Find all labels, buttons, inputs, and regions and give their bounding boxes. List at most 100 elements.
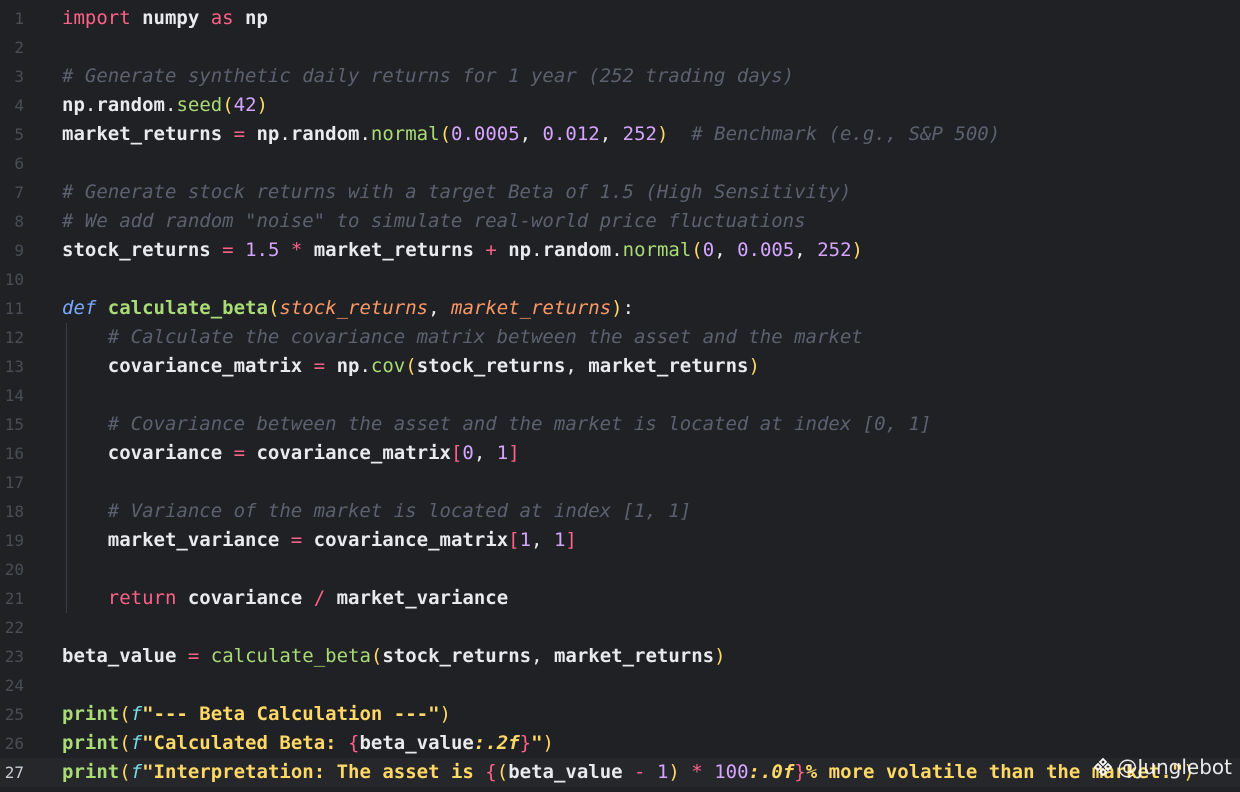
code-token: ): [748, 355, 760, 377]
code-token: # Generate synthetic daily returns for 1…: [62, 65, 795, 87]
code-line[interactable]: 3 # Generate synthetic daily returns for …: [0, 62, 1240, 91]
code-token: (: [496, 761, 509, 783]
code-line[interactable]: 8 # We add random "noise" to simulate rea…: [0, 207, 1240, 236]
line-code: covariance_matrix = np.cov(stock_returns…: [62, 352, 760, 381]
code-token: print: [62, 732, 120, 754]
line-code: # We add random "noise" to simulate real…: [62, 207, 806, 236]
code-token: (: [691, 239, 703, 261]
line-number: 21: [4, 589, 24, 608]
code-line[interactable]: 25 print(f"--- Beta Calculation ---"): [0, 700, 1240, 729]
code-token: =: [187, 645, 200, 667]
code-line[interactable]: 13 covariance_matrix = np.cov(stock_retu…: [0, 352, 1240, 381]
code-token: print: [62, 703, 120, 725]
code-token: ,: [714, 239, 738, 261]
code-token: # We add random "noise" to simulate real…: [62, 210, 806, 232]
code-token: ): [256, 94, 268, 116]
code-token: covariance_matrix: [62, 355, 314, 377]
code-token: covariance_matrix: [245, 442, 451, 464]
code-line[interactable]: 24: [0, 671, 1240, 700]
code-line[interactable]: 20: [0, 555, 1240, 584]
code-line[interactable]: 15 # Covariance between the asset and th…: [0, 410, 1240, 439]
code-token: ): [656, 123, 669, 145]
line-code: # Variance of the market is located at i…: [62, 497, 691, 526]
code-line[interactable]: 14: [0, 381, 1240, 410]
code-token: seed: [176, 94, 223, 116]
code-token: calculate_beta: [107, 297, 268, 319]
code-token: (: [405, 355, 417, 377]
code-line[interactable]: 11 def calculate_beta(stock_returns, mark…: [0, 294, 1240, 323]
line-number: 16: [4, 444, 24, 463]
code-token: market_returns: [451, 297, 612, 319]
line-code: stock_returns = 1.5 * market_returns + n…: [62, 236, 863, 265]
line-number: 14: [4, 386, 24, 405]
code-editor[interactable]: 1 import numpy as np 2 3 # Generate syntheti…: [0, 0, 1240, 792]
junglebot-logo-icon: [1094, 757, 1113, 777]
code-token: ): [668, 761, 680, 783]
code-line[interactable]: 1 import numpy as np: [0, 4, 1240, 33]
code-line[interactable]: 27 print(f"Interpretation: The asset is {…: [0, 758, 1240, 787]
code-line[interactable]: 12 # Calculate the covariance matrix bet…: [0, 323, 1240, 352]
code-line[interactable]: 7 # Generate stock returns with a target …: [0, 178, 1240, 207]
line-number: 13: [4, 357, 24, 376]
code-token: ": [531, 732, 543, 754]
line-code: print(f"Calculated Beta: {beta_value:.2f…: [62, 729, 554, 758]
code-token: np: [245, 123, 280, 145]
code-line[interactable]: 23 beta_value = calculate_beta(stock_retu…: [0, 642, 1240, 671]
code-token: ,: [531, 529, 554, 551]
code-line[interactable]: 5 market_returns = np.random.normal(0.000…: [0, 120, 1240, 149]
code-token: random: [290, 123, 360, 145]
code-line[interactable]: 2: [0, 33, 1240, 62]
code-token: import: [62, 7, 131, 29]
code-token: ): [851, 239, 863, 261]
code-token: :.0f: [748, 761, 795, 783]
code-line[interactable]: 9 stock_returns = 1.5 * market_returns + …: [0, 236, 1240, 265]
code-line[interactable]: 26 print(f"Calculated Beta: {beta_value:.…: [0, 729, 1240, 758]
line-code: print(f"--- Beta Calculation ---"): [62, 700, 451, 729]
code-token: normal: [622, 239, 692, 261]
code-token: :: [622, 297, 635, 319]
code-token: 252: [622, 123, 657, 145]
code-token: (: [119, 761, 131, 783]
code-token: 1: [519, 529, 532, 551]
code-token: covariance_matrix: [302, 529, 509, 551]
code-token: # Generate stock returns with a target B…: [62, 181, 852, 203]
line-number: 9: [14, 241, 24, 260]
line-code: # Generate stock returns with a target B…: [62, 178, 851, 207]
code-token: ,: [599, 123, 623, 145]
line-code: return covariance / market_variance: [62, 584, 508, 613]
code-token: .: [359, 123, 371, 145]
code-line[interactable]: 16 covariance = covariance_matrix[0, 1]: [0, 439, 1240, 468]
code-token: (: [370, 645, 383, 667]
line-code: # Covariance between the asset and the m…: [62, 410, 932, 439]
code-token: np: [496, 239, 532, 261]
code-token: ]: [508, 442, 520, 464]
code-line[interactable]: 21 return covariance / market_variance: [0, 584, 1240, 613]
code-token: stock_returns: [62, 239, 223, 261]
code-line[interactable]: 4 np.random.seed(42): [0, 91, 1240, 120]
code-token: "--- Beta Calculation ---": [142, 703, 440, 725]
code-token: 1: [553, 529, 566, 551]
watermark: @Junglebot: [1093, 752, 1232, 782]
code-token: numpy: [130, 7, 211, 29]
code-line[interactable]: 6: [0, 149, 1240, 178]
code-token: 1: [656, 761, 669, 783]
code-line[interactable]: 19 market_variance = covariance_matrix[1…: [0, 526, 1240, 555]
line-code: def calculate_beta(stock_returns, market…: [62, 294, 634, 323]
line-number: 19: [4, 531, 24, 550]
line-number: 4: [14, 96, 24, 115]
code-token: print: [62, 761, 120, 783]
code-token: ,: [794, 239, 818, 261]
code-token: .: [359, 355, 371, 377]
code-token: stock_returns: [416, 355, 566, 377]
code-line[interactable]: 18 # Variance of the market is located a…: [0, 497, 1240, 526]
code-token: # Calculate the covariance matrix betwee…: [62, 326, 863, 348]
code-line[interactable]: 17: [0, 468, 1240, 497]
code-token: -: [634, 761, 646, 783]
code-token: (: [222, 94, 234, 116]
code-token: =: [233, 123, 246, 145]
code-line[interactable]: 22: [0, 613, 1240, 642]
line-code: market_variance = covariance_matrix[1, 1…: [62, 526, 577, 555]
code-line[interactable]: 10: [0, 265, 1240, 294]
